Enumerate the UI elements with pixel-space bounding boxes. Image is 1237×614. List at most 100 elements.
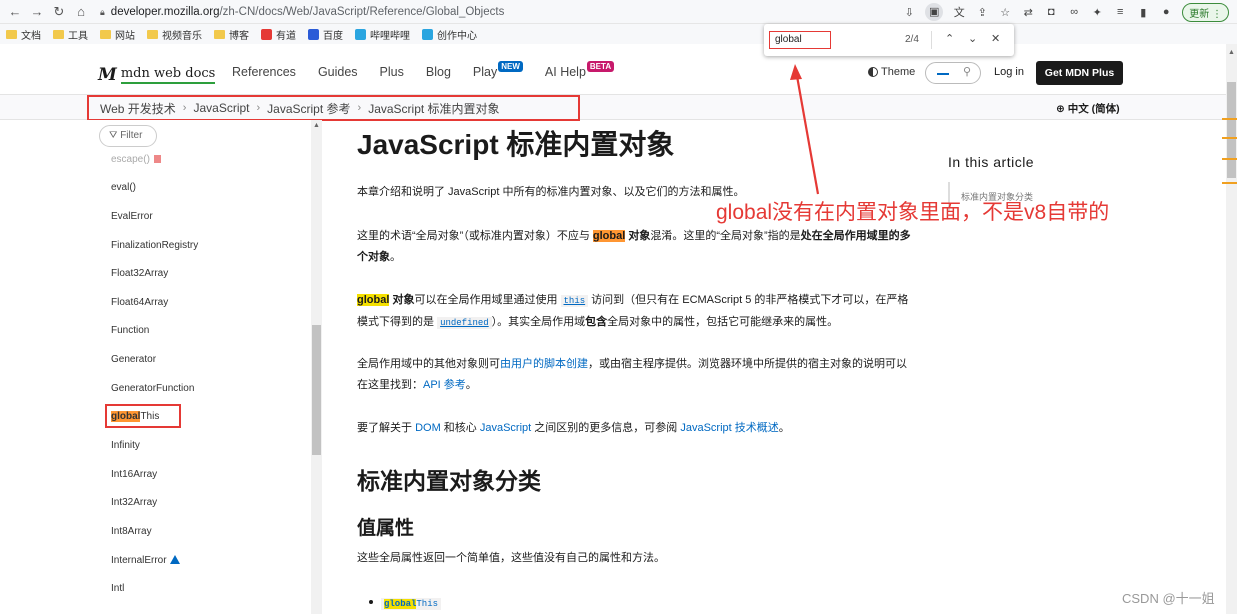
find-close-icon[interactable]: ✕ bbox=[991, 32, 1000, 45]
paragraph-global-object: global 对象可以在全局作用域里通过使用 this 访问到（但只有在 ECM… bbox=[357, 294, 909, 329]
nav-blog[interactable]: Blog bbox=[426, 65, 451, 79]
search-icon[interactable]: ⚲ bbox=[963, 65, 971, 78]
new-badge: NEW bbox=[498, 61, 523, 72]
language-switcher[interactable]: ⊕ 中文 (简体) bbox=[1056, 101, 1120, 116]
annotation-box-sidebar bbox=[105, 404, 181, 428]
sidebar-item-generatorfunction[interactable]: GeneratorFunction bbox=[111, 383, 194, 394]
find-divider bbox=[931, 31, 932, 49]
sidebar: ⛛ Filter escape() eval() EvalError Final… bbox=[0, 120, 322, 614]
sidebar-scrollbar-thumb[interactable] bbox=[312, 325, 321, 455]
bookmark-star-icon[interactable]: ☆ bbox=[998, 6, 1012, 19]
bookmark-label: 网站 bbox=[115, 30, 135, 42]
sidebar-item-float64array[interactable]: Float64Array bbox=[111, 297, 168, 308]
nav-guides[interactable]: Guides bbox=[318, 65, 358, 79]
extension-icon-2[interactable]: ◘ bbox=[1044, 6, 1058, 18]
code-undefined-link[interactable]: undefined bbox=[437, 317, 492, 329]
nav-references[interactable]: References bbox=[232, 65, 296, 79]
mdn-logo[interactable]: M mdn web docs bbox=[98, 65, 216, 85]
reading-list-icon[interactable]: ≡ bbox=[1113, 6, 1127, 18]
deprecated-icon bbox=[153, 155, 161, 163]
extension-icon-1[interactable]: ⇄ bbox=[1021, 6, 1035, 19]
globalthis-rest: This bbox=[416, 599, 439, 609]
login-link[interactable]: Log in bbox=[994, 66, 1024, 78]
sidebar-item-finalizationregistry[interactable]: FinalizationRegistry bbox=[111, 240, 198, 251]
find-match: global bbox=[357, 294, 390, 306]
sidebar-item-float32array[interactable]: Float32Array bbox=[111, 268, 168, 279]
sidebar-item-generator[interactable]: Generator bbox=[111, 354, 156, 365]
site-favicon-icon bbox=[422, 28, 433, 40]
dom-link[interactable]: DOM bbox=[415, 422, 441, 434]
bookmark-item[interactable]: 百度 bbox=[308, 27, 343, 42]
filter-icon: ⛛ bbox=[109, 130, 118, 141]
javascript-link[interactable]: JavaScript bbox=[480, 422, 531, 434]
sidebar-item-eval[interactable]: eval() bbox=[111, 182, 136, 193]
api-reference-link[interactable]: API 参考 bbox=[423, 379, 466, 391]
filter-button[interactable]: ⛛ Filter bbox=[99, 125, 157, 147]
sidebar-item-evalerror[interactable]: EvalError bbox=[111, 211, 153, 222]
sidebar-item-escape[interactable]: escape() bbox=[111, 154, 161, 165]
bookmarks-bar: 文档 工具 网站 视频音乐 博客 有道 百度 哔哩哔哩 创作中心 bbox=[0, 24, 1237, 44]
experimental-icon bbox=[169, 555, 180, 564]
list-item[interactable]: globalThis bbox=[369, 598, 442, 610]
find-previous-icon[interactable]: ⌃ bbox=[945, 32, 954, 45]
scroll-up-icon[interactable]: ▲ bbox=[313, 122, 320, 129]
reload-icon[interactable]: ↻ bbox=[48, 4, 70, 20]
site-favicon-icon bbox=[355, 28, 366, 40]
globe-icon: ⊕ bbox=[1056, 103, 1065, 115]
lock-icon: 🔒︎ bbox=[100, 6, 105, 17]
extension-icon-3[interactable]: ∞ bbox=[1067, 6, 1081, 18]
get-mdn-plus-button[interactable]: Get MDN Plus bbox=[1036, 61, 1123, 85]
bookmark-item[interactable]: 有道 bbox=[261, 27, 296, 42]
globalthis-code-link[interactable]: globalThis bbox=[381, 598, 442, 610]
breadcrumb-item[interactable]: Web 开发技术 bbox=[100, 100, 176, 117]
profile-icon[interactable]: ● bbox=[1159, 6, 1173, 18]
bookmark-item[interactable]: 工具 bbox=[53, 27, 88, 42]
install-icon[interactable]: ⇩ bbox=[902, 6, 916, 19]
url-field[interactable]: 🔒︎ developer.mozilla.org/zh-CN/docs/Web/… bbox=[100, 3, 504, 21]
breadcrumb-item[interactable]: JavaScript 参考 bbox=[267, 100, 350, 117]
bookmark-item[interactable]: 哔哩哔哩 bbox=[355, 27, 410, 42]
find-marker bbox=[1222, 182, 1237, 184]
js-overview-link[interactable]: JavaScript 技术概述 bbox=[680, 422, 778, 434]
folder-icon bbox=[100, 29, 111, 39]
sidebar-item-internalerror[interactable]: InternalError bbox=[111, 555, 180, 566]
nav-ai-help[interactable]: AI Help BETA bbox=[545, 61, 615, 79]
find-next-icon[interactable]: ⌄ bbox=[968, 32, 977, 45]
code-this-link[interactable]: this bbox=[560, 295, 589, 307]
side-panel-icon[interactable]: ▮ bbox=[1136, 6, 1150, 19]
theme-label: Theme bbox=[881, 66, 916, 78]
user-script-link[interactable]: 由用户的脚本创建 bbox=[500, 358, 588, 370]
site-favicon-icon bbox=[261, 28, 272, 40]
bookmark-label: 有道 bbox=[276, 30, 296, 42]
sidebar-item-int32array[interactable]: Int32Array bbox=[111, 497, 157, 508]
sidebar-item-function[interactable]: Function bbox=[111, 325, 149, 336]
theme-button[interactable]: Theme bbox=[868, 66, 915, 78]
page-scroll-up-icon[interactable]: ▲ bbox=[1228, 49, 1235, 56]
nav-plus[interactable]: Plus bbox=[380, 65, 404, 79]
sidebar-item-intl[interactable]: Intl bbox=[111, 583, 124, 594]
bookmark-item[interactable]: 博客 bbox=[214, 27, 249, 42]
bookmark-label: 博客 bbox=[229, 30, 249, 42]
bookmark-item[interactable]: 视频音乐 bbox=[147, 27, 202, 42]
site-search-input[interactable]: ⚲ bbox=[925, 62, 981, 84]
forward-icon[interactable]: → bbox=[26, 4, 48, 19]
translate-icon[interactable]: 文 bbox=[952, 4, 966, 20]
page-scrollbar-thumb[interactable] bbox=[1227, 82, 1236, 178]
bookmark-item[interactable]: 创作中心 bbox=[422, 27, 477, 42]
home-icon[interactable]: ⌂ bbox=[70, 4, 92, 19]
back-icon[interactable]: ← bbox=[4, 4, 26, 19]
find-page-icon[interactable]: ▣ bbox=[925, 3, 944, 21]
bookmark-label: 百度 bbox=[323, 30, 343, 42]
sidebar-item-int16array[interactable]: Int16Array bbox=[111, 469, 157, 480]
mdn-logo-text: mdn web docs bbox=[120, 66, 216, 84]
nav-play[interactable]: Play NEW bbox=[473, 61, 523, 79]
update-button[interactable]: 更新 ⋮ bbox=[1182, 2, 1229, 22]
breadcrumb-item[interactable]: JavaScript bbox=[193, 101, 249, 115]
sidebar-item-infinity[interactable]: Infinity bbox=[111, 440, 140, 451]
find-input[interactable]: global bbox=[769, 31, 831, 49]
extensions-puzzle-icon[interactable]: ✦ bbox=[1090, 6, 1104, 19]
bookmark-item[interactable]: 文档 bbox=[6, 27, 41, 42]
share-icon[interactable]: ⇪ bbox=[975, 6, 989, 19]
sidebar-item-int8array[interactable]: Int8Array bbox=[111, 526, 152, 537]
bookmark-item[interactable]: 网站 bbox=[100, 27, 135, 42]
